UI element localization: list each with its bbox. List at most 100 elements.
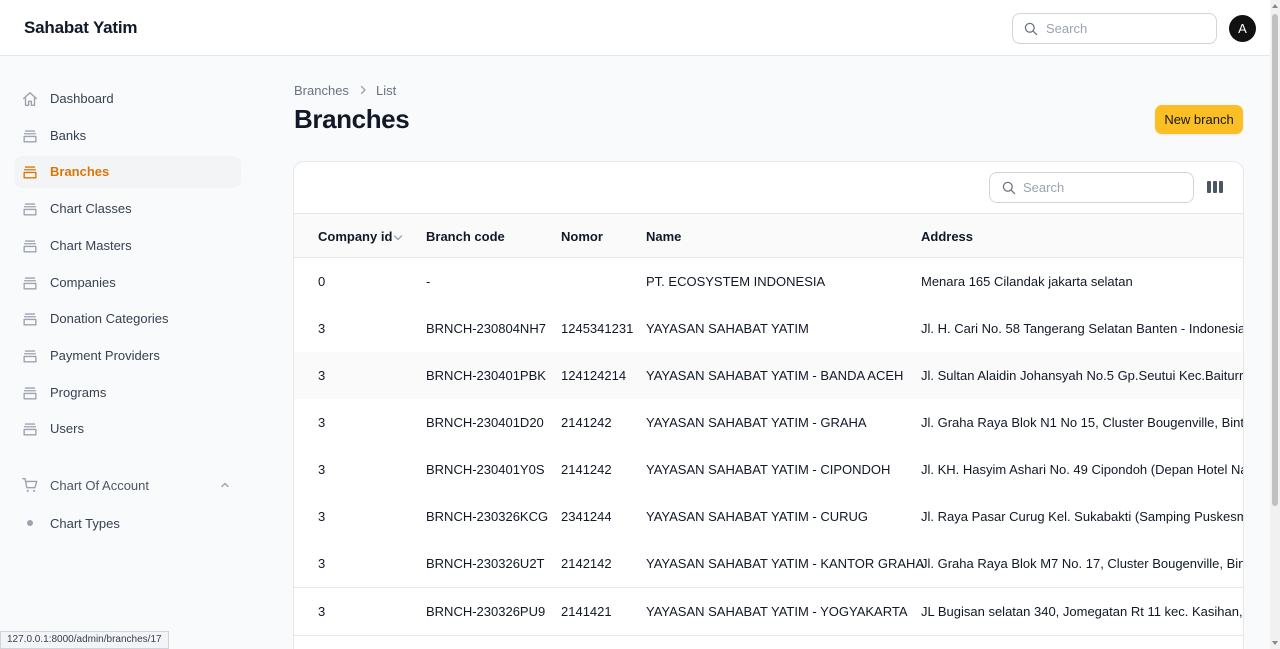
- sidebar: Dashboard Banks Branches Chart Classes C…: [0, 56, 256, 649]
- rectangle-stack-icon: [23, 166, 37, 179]
- cell-name: YAYASAN SAHABAT YATIM - GRAHA: [646, 415, 867, 430]
- table-row[interactable]: 3 BRNCH-230804NH7 1245341231 YAYASAN SAH…: [294, 305, 1244, 353]
- table-row[interactable]: 3 BRNCH-230326KCG 2341244 YAYASAN SAHABA…: [294, 493, 1244, 541]
- cell-branch-code: BRNCH-230326PU9: [426, 604, 546, 619]
- cell-company-id: 3: [318, 604, 326, 619]
- page-scrollbar[interactable]: [1270, 0, 1280, 649]
- cell-nomor: 124124214: [561, 368, 627, 383]
- cell-nomor: 2341244: [561, 509, 612, 524]
- sidebar-item-branches[interactable]: Branches: [14, 156, 241, 188]
- sidebar-item-label: Users: [50, 421, 84, 436]
- sidebar-item-label: Payment Providers: [50, 348, 160, 363]
- sidebar-item-donation-categories[interactable]: Donation Categories: [14, 303, 241, 335]
- new-branch-button[interactable]: New branch: [1155, 105, 1243, 134]
- cell-branch-code: BRNCH-230804NH7: [426, 321, 546, 336]
- cell-address: Jl. Raya Pasar Curug Kel. Sukabakti (Sam…: [921, 509, 1244, 524]
- cell-company-id: 3: [318, 321, 326, 336]
- cell-company-id: 3: [318, 556, 326, 571]
- sidebar-item-label: Chart Masters: [50, 238, 132, 253]
- cell-address: Jl. H. Cari No. 58 Tangerang Selatan Ban…: [921, 321, 1244, 336]
- sidebar-group-chart-of-account[interactable]: Chart Of Account: [50, 478, 149, 493]
- cell-nomor: 2142142: [561, 556, 612, 571]
- sidebar-item-companies[interactable]: Companies: [14, 267, 241, 299]
- shopping-cart-icon: [22, 478, 38, 492]
- cell-address: Menara 165 Cilandak jakarta selatan: [921, 274, 1133, 289]
- cell-address: Jl. Graha Raya Blok N1 No 15, Cluster Bo…: [921, 415, 1244, 430]
- sidebar-item-label: Donation Categories: [50, 311, 169, 326]
- rectangle-stack-icon: [23, 387, 37, 400]
- cell-branch-code: BRNCH-230326KCG: [426, 509, 549, 524]
- cell-company-id: 3: [318, 462, 326, 477]
- scroll-down-arrow-icon[interactable]: [1272, 640, 1278, 646]
- chevron-right-icon: [360, 85, 366, 95]
- global-search-input[interactable]: [1046, 14, 1211, 43]
- table-search-input[interactable]: [1023, 173, 1183, 202]
- cell-address: Jl. KH. Hasyim Ashari No. 49 Cipondoh (D…: [921, 462, 1244, 477]
- user-avatar[interactable]: A: [1229, 15, 1256, 42]
- cell-nomor: 2141242: [561, 415, 612, 430]
- search-icon: [1024, 22, 1038, 36]
- top-bar: Sahabat Yatim A: [0, 0, 1270, 56]
- table-search[interactable]: [989, 172, 1194, 203]
- rectangle-stack-icon: [23, 240, 37, 253]
- cell-address: Jl. Graha Raya Blok M7 No. 17, Cluster B…: [921, 556, 1244, 571]
- sidebar-item-label: Chart Classes: [50, 201, 132, 216]
- cell-nomor: 1245341231: [561, 321, 634, 336]
- column-header-nomor: Nomor: [561, 229, 603, 244]
- rectangle-stack-icon: [23, 313, 37, 326]
- sidebar-item-label: Companies: [50, 275, 116, 290]
- sidebar-item-users[interactable]: Users: [14, 413, 241, 445]
- sidebar-item-dashboard[interactable]: Dashboard: [14, 83, 241, 115]
- sidebar-item-label: Programs: [50, 385, 107, 400]
- cell-name: YAYASAN SAHABAT YATIM - CURUG: [646, 509, 869, 524]
- column-header-name: Name: [646, 229, 682, 244]
- sidebar-item-banks[interactable]: Banks: [14, 120, 241, 152]
- column-header-branch-code: Branch code: [426, 229, 505, 244]
- app-brand[interactable]: Sahabat Yatim: [24, 18, 138, 38]
- sidebar-item-chart-types[interactable]: Chart Types: [50, 516, 120, 531]
- table-row[interactable]: 3 BRNCH-230401D20 2141242 YAYASAN SAHABA…: [294, 399, 1244, 447]
- rectangle-stack-icon: [23, 350, 37, 363]
- home-icon: [23, 92, 37, 106]
- chevron-down-icon[interactable]: [393, 234, 403, 242]
- chevron-up-icon[interactable]: [219, 479, 231, 491]
- cell-branch-code: BRNCH-230326U2T: [426, 556, 545, 571]
- table-row[interactable]: 3 BRNCH-230326U2T 2142142 YAYASAN SAHABA…: [294, 540, 1244, 588]
- cell-nomor: 2141242: [561, 462, 612, 477]
- cell-branch-code: BRNCH-230401D20: [426, 415, 544, 430]
- cell-name: YAYASAN SAHABAT YATIM - KANTOR GRAHA: [646, 556, 925, 571]
- columns-toggle-icon[interactable]: [1206, 179, 1224, 195]
- scroll-up-arrow-icon[interactable]: [1272, 3, 1278, 9]
- rectangle-stack-icon: [23, 423, 37, 436]
- sidebar-item-payment-providers[interactable]: Payment Providers: [14, 340, 241, 372]
- global-search[interactable]: [1012, 13, 1217, 44]
- sidebar-item-chart-classes[interactable]: Chart Classes: [14, 193, 241, 225]
- table-header: Company id Branch code Nomor Name Addres…: [294, 213, 1243, 258]
- cell-company-id: 0: [318, 274, 326, 289]
- sidebar-item-label: Branches: [50, 164, 110, 179]
- cell-name: YAYASAN SAHABAT YATIM - BANDA ACEH: [646, 368, 904, 383]
- column-header-address: Address: [921, 229, 974, 244]
- sidebar-item-label: Dashboard: [50, 91, 114, 106]
- cell-name: YAYASAN SAHABAT YATIM: [646, 321, 809, 336]
- page-title: Branches: [294, 104, 410, 134]
- sidebar-item-chart-masters[interactable]: Chart Masters: [14, 230, 241, 262]
- column-header-company-id[interactable]: Company id: [318, 229, 392, 244]
- sidebar-item-programs[interactable]: Programs: [14, 377, 241, 409]
- cell-company-id: 3: [318, 509, 326, 524]
- breadcrumb-parent[interactable]: Branches: [294, 83, 349, 98]
- scrollbar-thumb[interactable]: [1272, 14, 1278, 506]
- table-row[interactable]: 3 BRNCH-230401PBK 124124214 YAYASAN SAHA…: [294, 352, 1243, 400]
- rectangle-stack-icon: [23, 277, 37, 290]
- cell-nomor: 2141421: [561, 604, 612, 619]
- cell-company-id: 3: [318, 368, 326, 383]
- search-icon: [1002, 181, 1016, 195]
- table-row[interactable]: 3 BRNCH-230326PU9 2141421 YAYASAN SAHABA…: [294, 588, 1244, 636]
- table-row[interactable]: 3 BRNCH-230401Y0S 2141242 YAYASAN SAHABA…: [294, 446, 1244, 494]
- cell-branch-code: -: [426, 274, 431, 289]
- cell-branch-code: BRNCH-230401PBK: [426, 368, 546, 383]
- cell-name: YAYASAN SAHABAT YATIM - YOGYAKARTA: [646, 604, 908, 619]
- table-row[interactable]: 0 - PT. ECOSYSTEM INDONESIA Menara 165 C…: [294, 258, 1243, 306]
- cell-address: JL Bugisan selatan 340, Jomegatan Rt 11 …: [921, 604, 1244, 619]
- cell-name: PT. ECOSYSTEM INDONESIA: [646, 274, 826, 289]
